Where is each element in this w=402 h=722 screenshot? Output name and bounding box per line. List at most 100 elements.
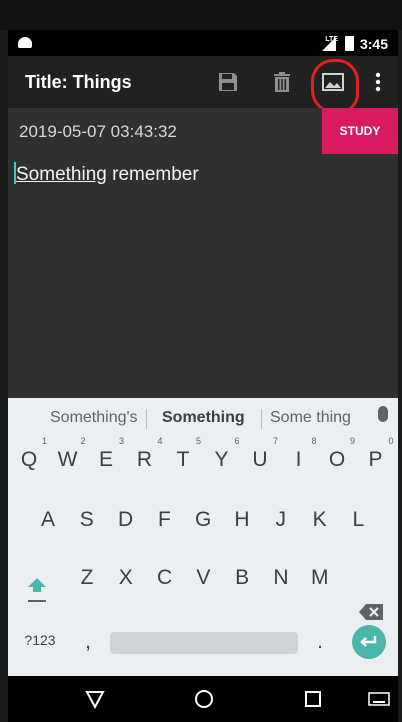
key-g[interactable]: G [187, 508, 219, 532]
key-label: C [157, 566, 173, 589]
key-label: G [195, 508, 212, 531]
shift-icon [28, 578, 46, 602]
network-type: LTE [325, 36, 338, 43]
key-p[interactable]: P0 [360, 436, 393, 472]
suggestion-divider [146, 409, 147, 429]
key-h[interactable]: H [226, 508, 258, 532]
key-hint: 3 [118, 436, 124, 446]
key-label: A [40, 508, 55, 531]
key-r[interactable]: R4 [129, 436, 163, 472]
backspace-icon[interactable] [358, 603, 384, 621]
key-label: L [352, 508, 365, 531]
key-label: Y [214, 448, 229, 471]
key-label: Q [20, 448, 38, 471]
key-i[interactable]: I8 [283, 436, 317, 472]
key-label: S [79, 508, 94, 531]
key-label: H [234, 508, 250, 531]
key-hint: 5 [195, 436, 201, 446]
more-options-icon[interactable] [366, 70, 390, 94]
key-a[interactable]: A [32, 508, 64, 532]
soft-keyboard: Something's Something Some thing Q1W2E3R… [8, 398, 398, 676]
screen: LTE 3:45 Title: Things 2019-05-07 03:43:… [8, 30, 398, 722]
microphone-icon[interactable] [378, 406, 388, 422]
key-z[interactable]: Z [71, 566, 103, 590]
note-text-rest: remember [106, 164, 199, 185]
status-time: 3:45 [359, 36, 388, 52]
key-q[interactable]: Q1 [13, 436, 47, 472]
enter-icon [360, 636, 377, 647]
composing-word: Something [16, 164, 107, 185]
key-label: I [295, 448, 302, 471]
key-label: Z [80, 566, 94, 589]
key-v[interactable]: V [187, 566, 219, 590]
key-label: D [118, 508, 134, 531]
home-icon[interactable] [193, 688, 215, 710]
key-u[interactable]: U7 [244, 436, 278, 472]
key-label: P [368, 448, 383, 471]
key-label: O [328, 448, 346, 471]
key-label: F [157, 508, 171, 531]
enter-key[interactable] [352, 625, 386, 659]
key-b[interactable]: B [226, 566, 258, 590]
key-d[interactable]: D [110, 508, 142, 532]
key-hint: 6 [234, 436, 240, 446]
back-icon[interactable] [84, 688, 106, 710]
key-m[interactable]: M [304, 566, 336, 590]
key-s[interactable]: S [71, 508, 103, 532]
navigation-bar [8, 676, 398, 722]
suggestion-left[interactable]: Something's [50, 409, 138, 427]
key-label: W [57, 448, 78, 471]
key-t[interactable]: T5 [167, 436, 201, 472]
note-text-field[interactable]: Something remember [14, 162, 199, 186]
app-toolbar: Title: Things [8, 56, 398, 114]
key-hint: 0 [388, 436, 394, 446]
shift-key[interactable] [24, 574, 50, 611]
suggestion-divider [261, 409, 262, 429]
key-j[interactable]: J [265, 508, 297, 532]
key-label: U [252, 448, 268, 471]
key-label: E [98, 448, 113, 471]
key-k[interactable]: K [304, 508, 336, 532]
key-o[interactable]: O9 [321, 436, 355, 472]
key-label: X [118, 566, 133, 589]
suggestion-right[interactable]: Some thing [270, 409, 351, 427]
suggestion-center[interactable]: Something [162, 409, 245, 427]
key-label: M [311, 566, 329, 589]
key-c[interactable]: C [149, 566, 181, 590]
key-n[interactable]: N [265, 566, 297, 590]
page-title: Title: Things [25, 72, 132, 92]
spacebar[interactable] [110, 632, 298, 654]
key-label: B [235, 566, 250, 589]
key-w[interactable]: W2 [52, 436, 86, 472]
symbols-key[interactable]: ?123 [22, 632, 58, 648]
key-hint: 9 [349, 436, 355, 446]
period-key[interactable]: . [304, 630, 336, 654]
key-label: V [196, 566, 211, 589]
key-l[interactable]: L [342, 508, 374, 532]
key-e[interactable]: E3 [90, 436, 124, 472]
key-hint: 7 [272, 436, 278, 446]
annotation-circle [311, 59, 359, 114]
key-hint: 1 [41, 436, 47, 446]
device-bezel [0, 0, 402, 30]
key-label: N [273, 566, 289, 589]
key-label: R [136, 448, 153, 471]
suggestion-strip: Something's Something Some thing [8, 398, 398, 438]
device-frame: LTE 3:45 Title: Things 2019-05-07 03:43:… [0, 0, 402, 722]
android-notification-icon [18, 37, 32, 48]
recents-icon[interactable] [302, 688, 324, 710]
key-x[interactable]: X [110, 566, 142, 590]
key-hint: 8 [311, 436, 317, 446]
key-f[interactable]: F [148, 508, 180, 532]
keyboard-switch-icon[interactable] [368, 692, 390, 708]
save-icon[interactable] [216, 70, 240, 94]
delete-icon[interactable] [270, 70, 294, 94]
study-button[interactable]: STUDY [322, 108, 398, 154]
comma-key[interactable]: , [72, 630, 104, 654]
status-bar: LTE 3:45 [8, 30, 398, 56]
note-date: 2019-05-07 03:43:32 [19, 122, 177, 141]
key-y[interactable]: Y6 [206, 436, 239, 472]
key-label: J [275, 508, 287, 531]
battery-icon [345, 36, 354, 51]
key-label: T [176, 448, 190, 471]
